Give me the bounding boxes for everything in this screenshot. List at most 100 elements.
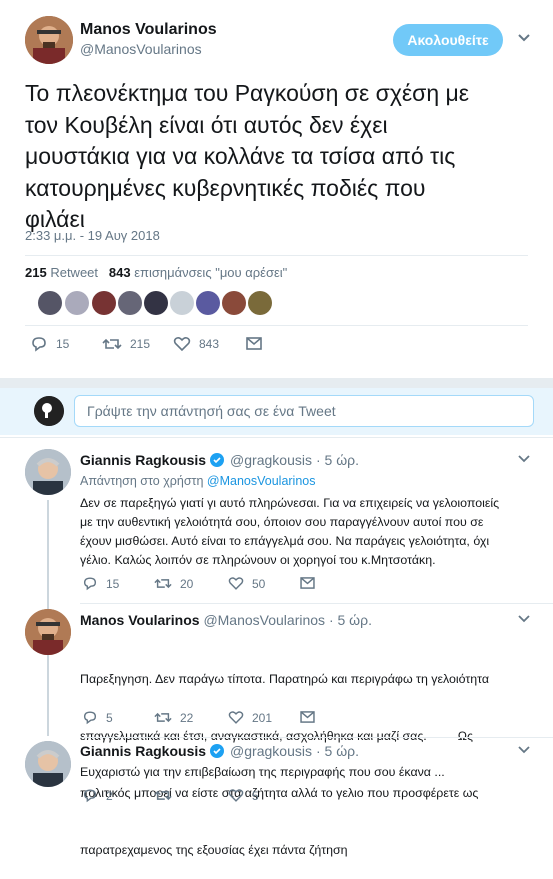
reply-author-handle[interactable]: @gragkousis (230, 452, 312, 468)
reply-button[interactable]: 5 (82, 710, 113, 725)
liker-avatar[interactable] (118, 291, 142, 315)
divider (80, 737, 553, 738)
liker-avatar[interactable] (222, 291, 246, 315)
reply-button[interactable]: 15 (30, 336, 69, 352)
retweet-button[interactable] (154, 788, 180, 803)
like-button[interactable]: 843 (173, 336, 219, 352)
retweet-icon (154, 712, 172, 723)
reply-text-line: γέλιο. Καλώς λοιπόν σε πληρώνουν οι χορη… (80, 553, 436, 567)
chevron-down-icon[interactable] (518, 746, 530, 754)
heart-icon (228, 789, 244, 802)
reply-to-line: Απάντηση στο χρήστη @ManosVoularinos (80, 474, 316, 488)
reply-to-handle[interactable]: @ManosVoularinos (207, 474, 316, 488)
reply-author-name[interactable]: Manos Voularinos (80, 612, 200, 628)
reply-header: Giannis Ragkousis @gragkousis · 5 ώρ. (80, 743, 359, 759)
liker-avatar[interactable] (196, 291, 220, 315)
divider (0, 437, 553, 438)
retweet-icon (154, 790, 172, 801)
like-label[interactable]: επισημάνσεις "μου αρέσει" (134, 265, 287, 280)
retweet-count[interactable]: 215 (25, 265, 47, 280)
divider (80, 603, 553, 604)
verified-badge-icon (210, 744, 225, 758)
like-count: 5 (252, 788, 259, 803)
reply-to-prefix: Απάντηση στο χρήστη (80, 474, 204, 488)
reply-avatar[interactable] (25, 449, 71, 495)
reply-input-placeholder: Γράψτε την απάντησή σας σε ένα Tweet (87, 403, 336, 419)
reply-author-handle[interactable]: @ManosVoularinos (203, 612, 325, 628)
reply-icon (83, 711, 97, 725)
like-button[interactable]: 50 (228, 576, 265, 591)
section-divider (0, 378, 553, 388)
retweet-icon (102, 338, 122, 350)
reply-icon (83, 789, 97, 803)
envelope-icon (246, 337, 262, 350)
tweet-text: Το πλεονέκτημα του Ραγκούση σε σχέση με … (25, 78, 545, 236)
reply-avatar[interactable] (25, 609, 71, 655)
reply-text-line: Δεν σε παρεξηγώ γιατί γι αυτό πληρώνεσαι… (80, 496, 500, 510)
liker-avatar[interactable] (248, 291, 272, 315)
envelope-icon (300, 577, 315, 589)
liker-avatar[interactable] (144, 291, 168, 315)
retweet-button[interactable]: 215 (102, 336, 150, 352)
author-name[interactable]: Manos Voularinos (80, 21, 217, 39)
following-button[interactable]: Ακολουθείτε (393, 24, 503, 56)
retweet-count: 22 (180, 710, 194, 725)
reply-text-line: πολιτικός μπορεί να είστε στα αζήτητα αλ… (80, 786, 479, 800)
reply-text-line: Ευχαριστώ για την επιβεβαίωση της περιγρ… (80, 765, 445, 779)
reply-count: 2 (106, 788, 113, 803)
reply-author-name[interactable]: Giannis Ragkousis (80, 743, 206, 759)
reply-count: 15 (106, 576, 120, 591)
like-button[interactable]: 201 (228, 710, 272, 725)
tweet-text-line: τον Κουβέλη είναι ότι αυτός δεν έχει (25, 111, 388, 138)
like-count: 201 (252, 710, 273, 725)
retweet-icon (154, 578, 172, 589)
reply-text-line: έχουν μισθώσει. Αυτό είναι το επάγγελμά … (80, 534, 490, 548)
liker-avatar[interactable] (92, 291, 116, 315)
retweet-count: 20 (180, 576, 194, 591)
reply-count: 5 (106, 710, 113, 725)
reply-author-handle[interactable]: @gragkousis (230, 743, 312, 759)
liker-avatar[interactable] (65, 291, 89, 315)
direct-message-button[interactable] (246, 337, 270, 350)
reply-text-line: παρατρεχαμενος της εξουσίας έχει πάντα ζ… (80, 843, 348, 857)
reply-button[interactable]: 2 (82, 788, 113, 803)
envelope-icon (300, 711, 315, 723)
author-handle[interactable]: @ManosVoularinos (80, 41, 202, 57)
retweet-button[interactable]: 20 (154, 576, 193, 591)
reply-author-name[interactable]: Giannis Ragkousis (80, 452, 206, 468)
like-button[interactable]: 5 (228, 788, 259, 803)
reply-time[interactable]: · 5 ώρ. (316, 452, 359, 468)
tweet-text-line: μουστάκια για να κολλάνε τα τσίσα από τι… (25, 143, 456, 169)
chevron-down-icon[interactable] (518, 455, 530, 463)
direct-message-button[interactable] (300, 577, 323, 589)
reply-text: Δεν σε παρεξηγώ γιατί γι αυτό πληρώνεσαι… (80, 494, 499, 570)
tweet-timestamp[interactable]: 2:33 μ.μ. - 19 Αυγ 2018 (25, 228, 160, 243)
heart-icon (228, 711, 244, 724)
reply-text: Ευχαριστώ για την επιβεβαίωση της περιγρ… (80, 763, 445, 782)
reply-time[interactable]: · 5 ώρ. (316, 743, 359, 759)
tweet-stats: 215 Retweet 843 επισημάνσεις "μου αρέσει… (25, 265, 287, 280)
retweet-label[interactable]: Retweet (50, 265, 98, 280)
liker-avatar[interactable] (170, 291, 194, 315)
current-user-avatar[interactable] (34, 396, 64, 426)
reply-button[interactable]: 15 (82, 576, 119, 591)
reply-text-line: Παρεξηγηση. Δεν παράγω τίποτα. Παρατηρώ … (80, 672, 490, 686)
direct-message-button[interactable] (300, 711, 323, 723)
reply-text-line: με την αυθεντική γελοιότητά σου, όποιον … (80, 515, 484, 529)
chevron-down-icon[interactable] (518, 615, 530, 623)
divider (25, 255, 528, 256)
reply-icon (83, 577, 97, 591)
reply-avatar[interactable] (25, 741, 71, 787)
like-count[interactable]: 843 (109, 265, 131, 280)
retweet-button[interactable]: 22 (154, 710, 193, 725)
reply-time[interactable]: · 5 ώρ. (329, 612, 372, 628)
liker-avatar[interactable] (38, 291, 62, 315)
author-avatar[interactable] (25, 16, 73, 64)
heart-icon (173, 336, 191, 352)
reply-input[interactable]: Γράψτε την απάντησή σας σε ένα Tweet (74, 395, 534, 427)
reply-icon (32, 337, 46, 352)
chevron-down-icon[interactable] (517, 33, 531, 43)
reply-header: Manos Voularinos @ManosVoularinos · 5 ώρ… (80, 612, 372, 628)
like-action-count: 843 (199, 337, 220, 351)
heart-icon (228, 577, 244, 590)
